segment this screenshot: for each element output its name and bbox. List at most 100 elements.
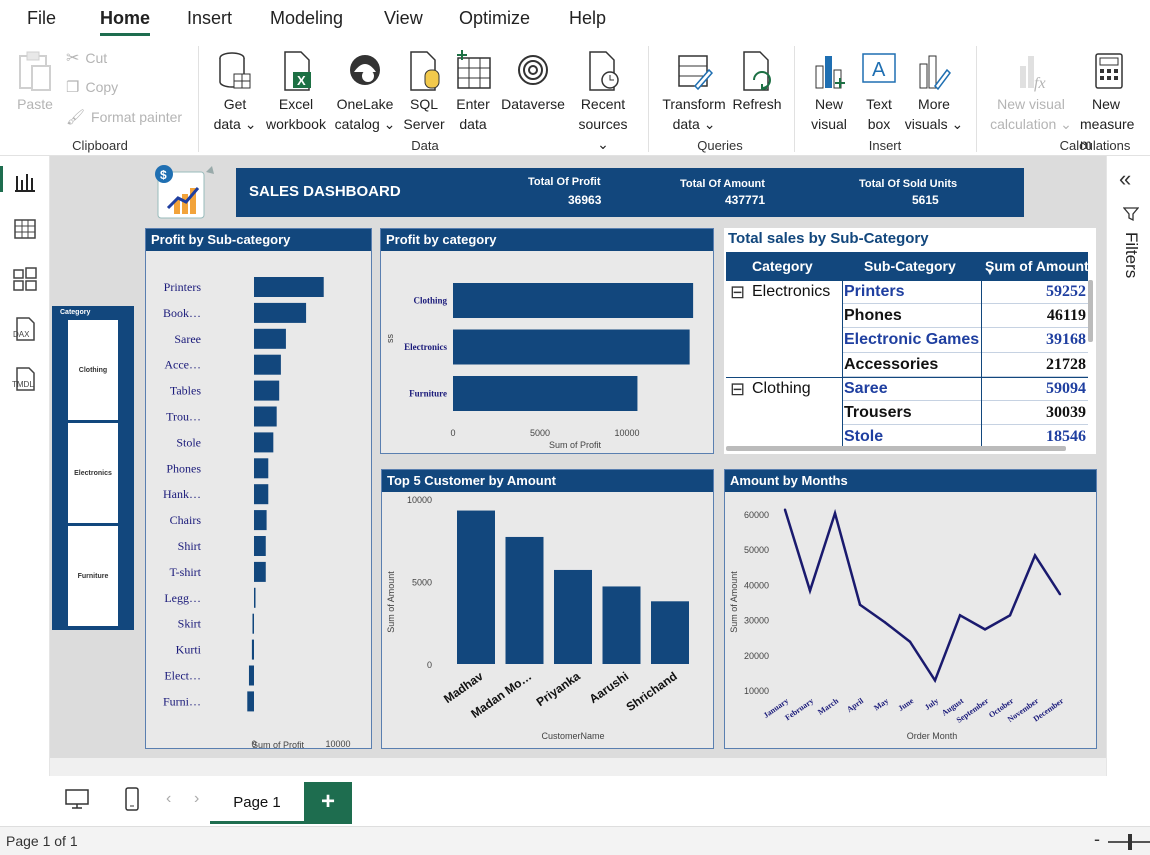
transform-data-icon [678,55,713,91]
group-separator [198,46,199,152]
category-label: Electronics [404,342,447,352]
mobile-layout-icon[interactable] [124,786,140,812]
top-customers-visual[interactable]: Top 5 Customer by Amount 0 5000 10000 Madha… [381,469,714,749]
profit-by-category-visual[interactable]: Profit by category Clothing Electronics Fu… [380,228,714,454]
menu-home[interactable]: Home [100,8,150,29]
zoom-out-button[interactable]: - [1094,829,1100,850]
get-data-button[interactable]: Get data ⌄ [208,50,262,134]
excel-workbook-button[interactable]: X Excel workbook [262,50,330,134]
amount-by-months-visual[interactable]: Amount by Months 10000 20000 30000 40000 500… [724,469,1097,749]
matrix-row: Accessories 21728 [726,353,1088,377]
bar [457,510,495,664]
get-data-label-2: data ⌄ [213,116,257,132]
transform-label-2: data ⌄ [672,116,716,132]
kpi-units-label: Total Of Sold Units [859,178,958,190]
x-tick-label: 5000 [530,428,550,438]
onelake-catalog-button[interactable]: OneLake catalog ⌄ [332,50,398,134]
transform-label-1: Transform [662,96,726,112]
matrix-row: Stole 18546 [726,425,1088,446]
kpi-amount-label: Total Of Amount [680,178,765,190]
collapse-group-icon[interactable]: ⊟ [730,282,745,303]
matrix-header-subcategory[interactable]: Sub-Category [864,258,956,274]
more-visuals-button[interactable]: More visuals ⌄ [904,50,964,134]
matrix-subcategory-cell: Electronic Games [844,331,980,349]
queries-group-label: Queries [697,138,743,153]
line-point [1058,593,1062,596]
x-axis-title: Order Month [907,731,958,741]
paste-button[interactable]: Paste [10,50,60,114]
new-visual-button[interactable]: New visual [804,50,854,134]
scissors-icon: ✂ [66,50,80,67]
horizontal-scrollbar[interactable] [726,446,1066,451]
matrix-header-category[interactable]: Category [752,258,813,274]
report-view-icon[interactable] [12,168,38,194]
menu-help[interactable]: Help [569,8,606,29]
column-divider [981,280,982,446]
format-painter-button[interactable]: 🖌 Format painter [66,108,182,126]
text-box-label-2: box [867,116,891,132]
page-prev-button[interactable]: ‹ [166,790,171,808]
bar [248,665,254,686]
copy-icon: ❐ [66,79,80,96]
text-box-button[interactable]: A Text box [856,50,902,134]
menu-modeling[interactable]: Modeling [270,8,343,29]
slicer-item-electronics[interactable]: Electronics [68,423,118,523]
menu-bar: File Home Insert Modeling View Optimize … [0,0,1150,40]
add-page-button[interactable]: + [304,782,352,824]
transform-data-button[interactable]: Transform data ⌄ [658,50,730,134]
slicer-item-clothing[interactable]: Clothing [68,320,118,420]
text-box-label-1: Text [866,96,892,112]
matrix-subcategory-cell: Saree [844,379,888,397]
menu-file[interactable]: File [27,8,56,29]
profit-by-subcategory-visual[interactable]: Profit by Sub-category Printers Book… Sare… [145,228,372,749]
category-label: Stole [176,435,201,449]
copy-button[interactable]: ❐ Copy [66,78,118,96]
page-tab-1[interactable]: Page 1 [210,782,304,824]
dataverse-button[interactable]: Dataverse [498,50,568,114]
enter-data-button[interactable]: Enter data [450,50,496,134]
matrix-header-amount[interactable]: Sum of Amount [985,258,1089,274]
model-view-icon[interactable] [12,266,38,292]
x-tick-label: Priyanka [534,669,583,709]
slicer-item-furniture[interactable]: Furniture [68,526,118,626]
svg-text:A: A [872,59,886,81]
line-point [983,628,987,631]
group-separator [976,46,977,152]
dashboard-header: SALES DASHBOARD Total Of Profit 36963 To… [236,168,1024,217]
menu-optimize[interactable]: Optimize [459,8,530,29]
sql-server-button[interactable]: SQL Server [400,50,448,134]
vertical-scrollbar[interactable] [1088,280,1093,342]
new-visual-calculation-button[interactable]: fx New visual calculation ⌄ [986,50,1076,134]
recent-sources-button[interactable]: Recent sources ⌄ [572,50,634,154]
category-label: Elect… [164,669,201,683]
sort-desc-icon: ▼ [986,268,994,277]
filters-label[interactable]: Filters [1121,232,1141,278]
paste-label: Paste [17,96,53,112]
collapse-filters-icon[interactable]: « [1119,166,1131,192]
dax-query-view-icon[interactable]: DAX [12,316,38,342]
x-tick-label: June [897,696,916,713]
cut-button[interactable]: ✂ Cut [66,48,107,68]
collapse-group-icon[interactable]: ⊟ [730,379,745,400]
zoom-slider-thumb[interactable] [1128,834,1132,850]
dataverse-icon [518,55,548,85]
new-visual-label-2: visual [811,116,847,132]
calculator-icon [1095,53,1123,89]
page-next-button[interactable]: › [194,790,199,808]
category-label: Printers [164,280,202,294]
line-point [783,508,787,511]
sales-matrix-visual[interactable]: Total sales by Sub-Category Category Sub… [724,228,1096,454]
x-tick-label: 10000 [325,739,350,748]
menu-view[interactable]: View [384,8,423,29]
tmdl-view-icon[interactable]: TMDL [12,366,38,392]
bar [254,406,277,427]
report-canvas[interactable]: $ SALES DASHBOARD Total Of Profit 36963 … [50,156,1106,776]
menu-insert[interactable]: Insert [187,8,232,29]
table-view-icon[interactable] [12,216,38,242]
desktop-layout-icon[interactable] [64,788,90,810]
enter-data-label-2: data [459,116,487,132]
refresh-button[interactable]: Refresh [730,50,784,114]
x-tick-label: 0 [450,428,455,438]
bar [453,283,694,318]
line-point [883,621,887,624]
